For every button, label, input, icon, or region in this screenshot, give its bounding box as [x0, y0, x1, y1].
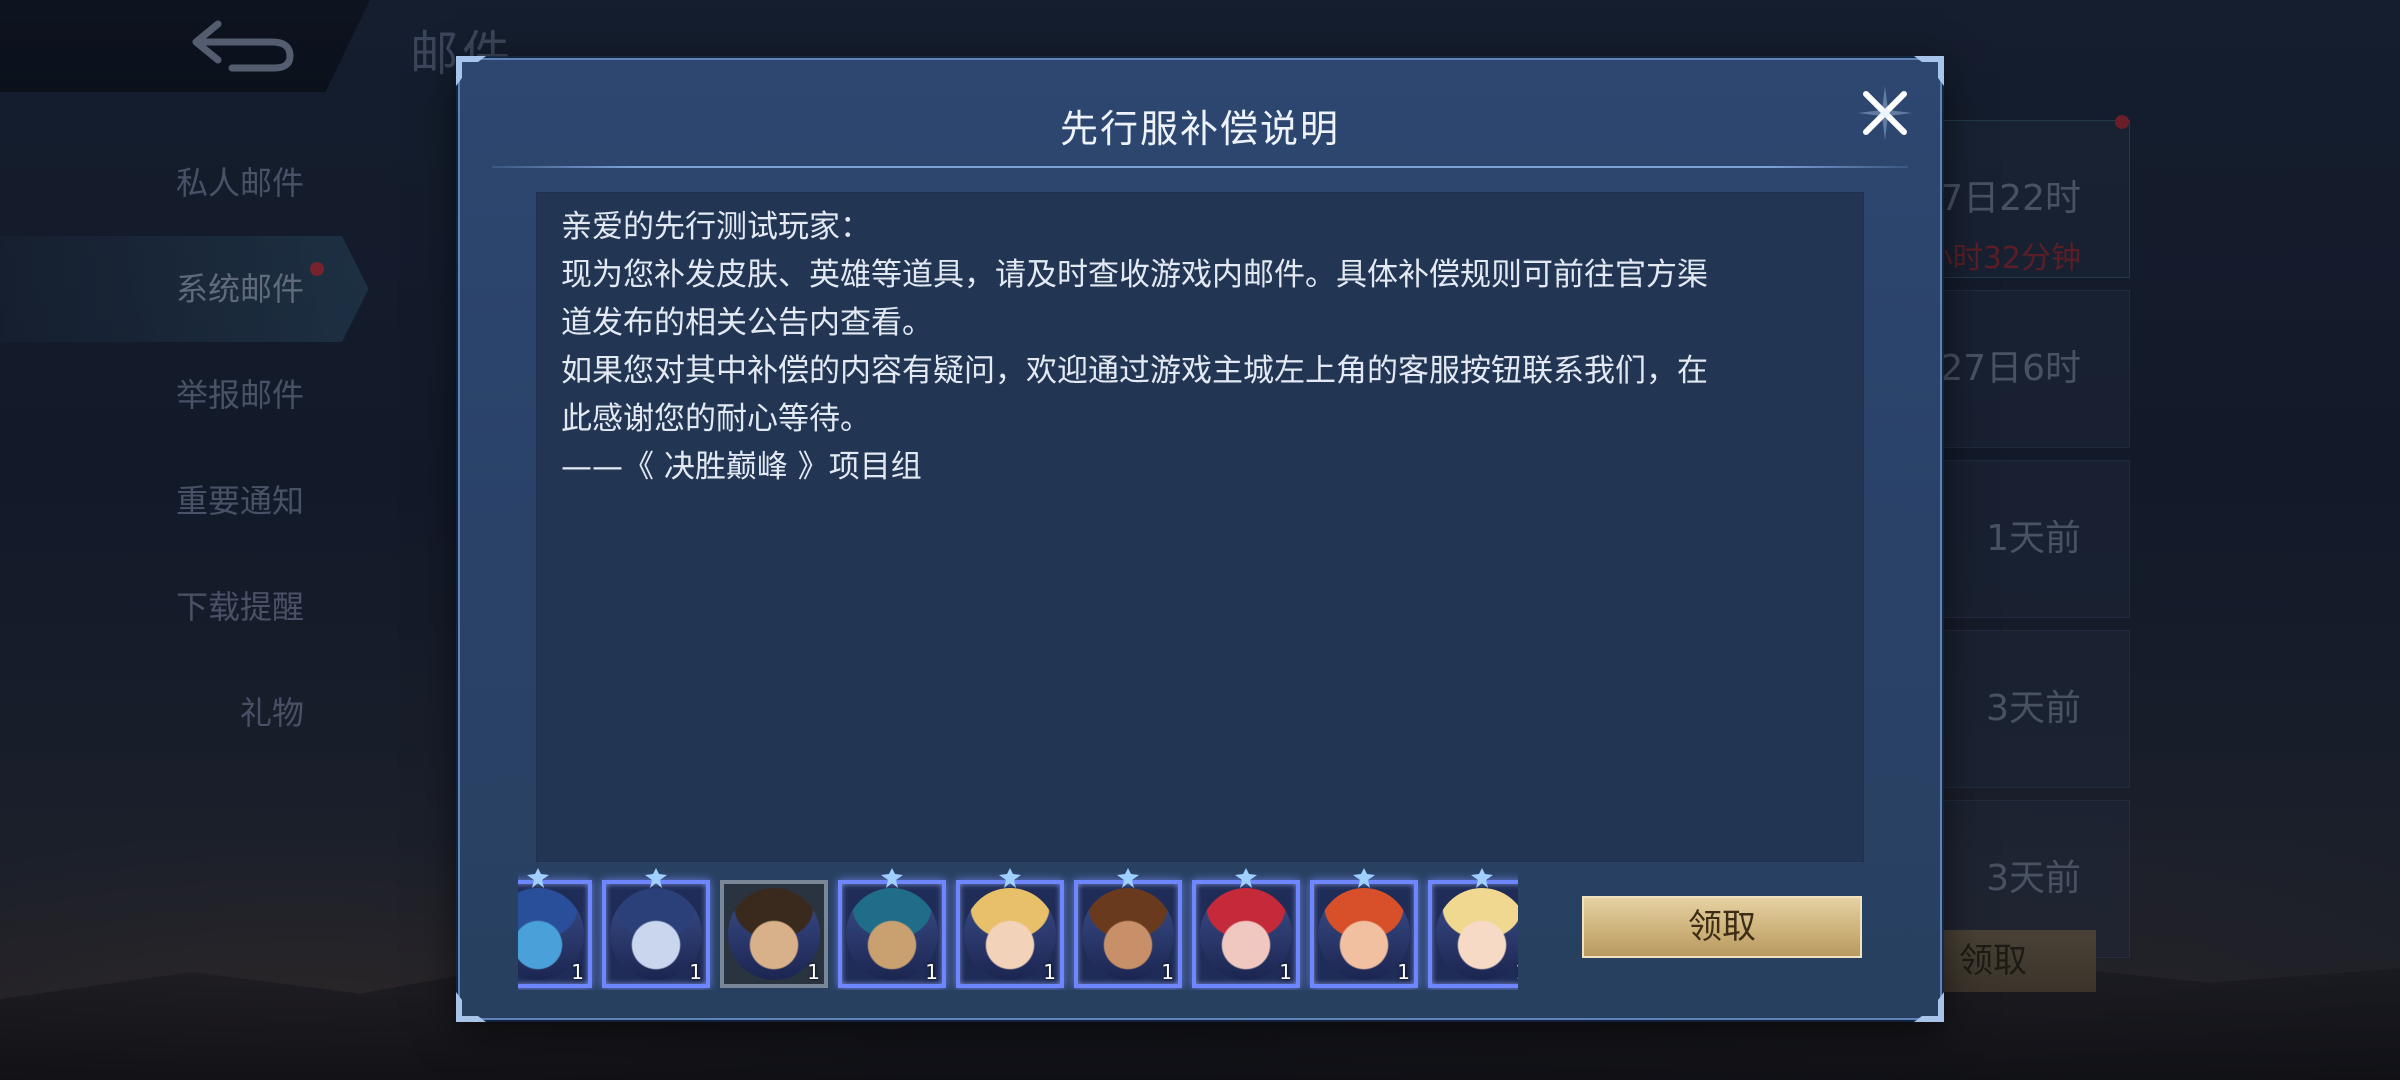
hero-portrait: [1436, 888, 1518, 980]
reward-quantity: 1: [571, 960, 584, 984]
message-signature: ——《 决胜巅峰 》项目组: [561, 449, 922, 485]
reward-item[interactable]: 1: [720, 880, 828, 988]
dialog-title: 先行服补偿说明: [1059, 107, 1340, 151]
reward-item[interactable]: 1: [1192, 868, 1300, 988]
reward-item[interactable]: 1: [602, 868, 710, 988]
hero-badge-icon: [1471, 868, 1493, 888]
reward-quantity: 1: [1397, 960, 1410, 984]
hero-badge-icon: [1353, 868, 1375, 888]
reward-quantity: 1: [1043, 960, 1056, 984]
reward-quantity: 1: [689, 960, 702, 984]
hero-badge-icon: [1117, 868, 1139, 888]
reward-quantity: 1: [925, 960, 938, 984]
hero-badge-icon: [645, 868, 667, 888]
message-greeting: 亲爱的先行测试玩家：: [561, 209, 871, 245]
hero-badge-icon: [999, 868, 1021, 888]
reward-item[interactable]: 1: [956, 868, 1064, 988]
message-line: 现为您补发皮肤、英雄等道具，请及时查收游戏内邮件。具体补偿规则可前往官方渠: [561, 257, 1708, 293]
reward-item[interactable]: 1: [1428, 868, 1518, 988]
close-icon[interactable]: [1856, 84, 1914, 142]
corner-ornament-icon: [1914, 56, 1944, 86]
hero-badge-icon: [1235, 868, 1257, 888]
reward-quantity: 1: [807, 960, 820, 984]
message-line: 此感谢您的耐心等待。: [561, 401, 871, 437]
reward-item[interactable]: 1: [518, 868, 592, 988]
reward-items-strip[interactable]: 1111111111: [518, 868, 1518, 990]
message-line: 如果您对其中补偿的内容有疑问，欢迎通过游戏主城左上角的客服按钮联系我们，在: [561, 353, 1708, 389]
reward-items-track: 1111111111: [518, 868, 1518, 990]
reward-quantity: 1: [1279, 960, 1292, 984]
corner-ornament-icon: [456, 992, 486, 1022]
message-line: 道发布的相关公告内查看。: [561, 305, 933, 341]
hero-badge-icon: [527, 868, 549, 888]
claim-button[interactable]: 领取: [1582, 896, 1862, 958]
compensation-dialog: 先行服补偿说明 亲爱的先行测试玩家： 现为您补发皮肤、英雄等道具，请及时查收游戏…: [456, 56, 1944, 1022]
reward-item[interactable]: 1: [1310, 868, 1418, 988]
message-body: 亲爱的先行测试玩家： 现为您补发皮肤、英雄等道具，请及时查收游戏内邮件。具体补偿…: [536, 192, 1864, 862]
reward-item[interactable]: 1: [838, 868, 946, 988]
reward-quantity: 1: [1515, 960, 1518, 984]
reward-item[interactable]: 1: [1074, 868, 1182, 988]
corner-ornament-icon: [456, 56, 486, 86]
title-divider: [492, 166, 1908, 168]
reward-quantity: 1: [1161, 960, 1174, 984]
hero-badge-icon: [881, 868, 903, 888]
corner-ornament-icon: [1914, 992, 1944, 1022]
